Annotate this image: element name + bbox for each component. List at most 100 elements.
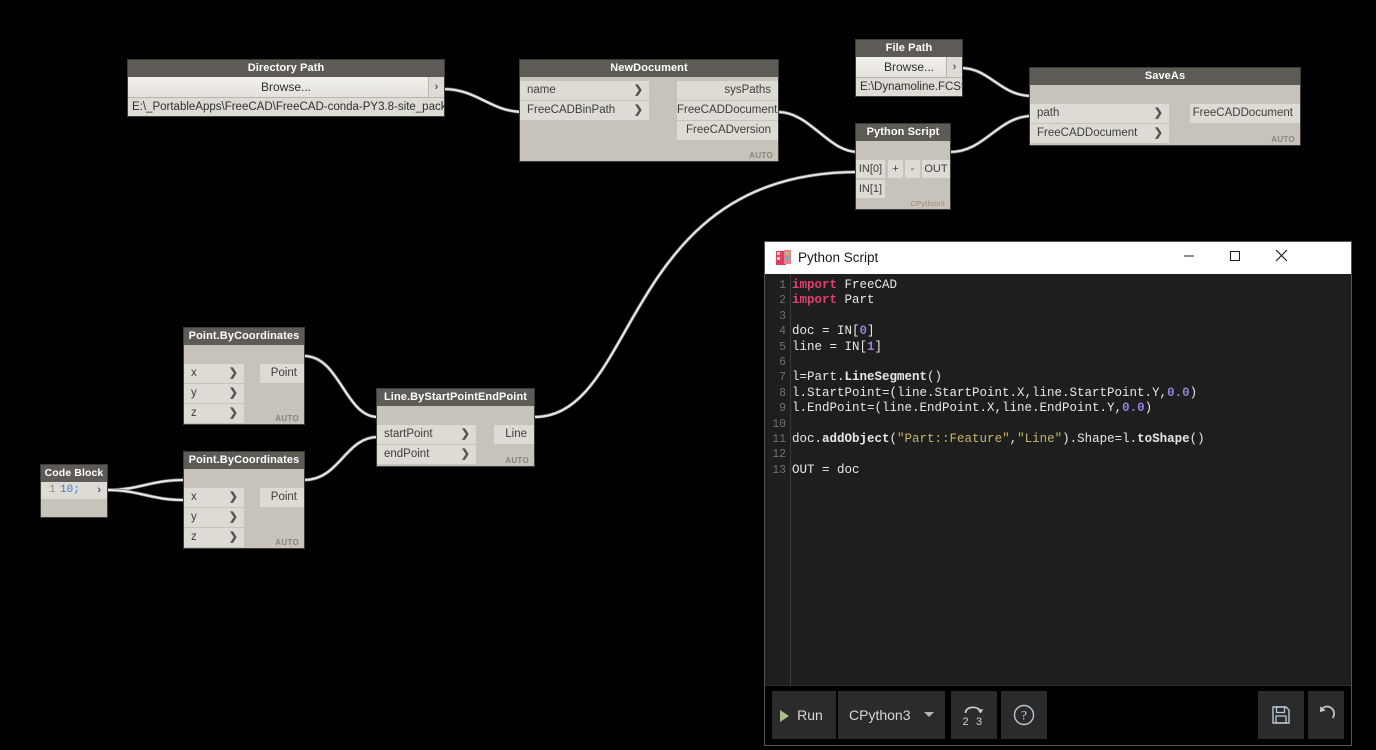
chevron-right-icon[interactable]: ❯: [229, 488, 238, 507]
node-code-block[interactable]: Code Block 1 10; ›: [41, 465, 107, 517]
node-new-document[interactable]: NewDocument name ❯ FreeCADBinPath ❯ sysP…: [520, 60, 778, 161]
chevron-right-icon[interactable]: ❯: [461, 425, 470, 444]
chevron-right-icon[interactable]: ❯: [229, 528, 238, 547]
input-port-y[interactable]: y ❯: [184, 508, 244, 527]
input-port-in0[interactable]: IN[0]: [856, 160, 885, 178]
code-block-editor[interactable]: 1 10; ›: [41, 482, 107, 499]
output-port-point[interactable]: Point: [260, 488, 304, 507]
code-line[interactable]: 12: [765, 447, 1351, 462]
python-script-editor-window[interactable]: Python Script 1import FreeCAD2import Par…: [765, 242, 1351, 745]
input-port-z[interactable]: z ❯: [184, 528, 244, 547]
help-button[interactable]: ?: [1001, 691, 1047, 739]
chevron-right-icon[interactable]: ›: [428, 77, 444, 97]
node-point-by-coordinates-b[interactable]: Point.ByCoordinates x ❯ y ❯ z ❯ Point AU…: [184, 452, 304, 548]
chevron-right-icon[interactable]: ❯: [634, 81, 643, 100]
input-port-z[interactable]: z ❯: [184, 404, 244, 423]
play-icon: [780, 710, 789, 722]
maximize-button[interactable]: [1212, 242, 1258, 273]
input-port-x[interactable]: x ❯: [184, 364, 244, 383]
line-number: 12: [765, 447, 786, 462]
output-port-syspaths[interactable]: sysPaths: [677, 81, 778, 100]
window-title-bar[interactable]: Python Script: [765, 242, 1351, 275]
port-label: z: [191, 531, 197, 543]
node-directory-path[interactable]: Directory Path Browse... › E:\_PortableA…: [128, 60, 444, 116]
output-port-freecadversion[interactable]: FreeCADversion: [677, 121, 778, 140]
output-port-freecaddocument[interactable]: FreeCADDocument: [1190, 104, 1300, 123]
output-port-freecaddocument[interactable]: FreeCADDocument: [677, 101, 778, 120]
node-line-by-start-point-end-point[interactable]: Line.ByStartPointEndPoint startPoint ❯ e…: [377, 389, 534, 466]
code-line[interactable]: 5line = IN[1]: [765, 340, 1351, 355]
remove-input-button[interactable]: -: [905, 160, 920, 178]
chevron-right-icon[interactable]: ❯: [229, 404, 238, 423]
file-path-browse-button[interactable]: Browse... ›: [856, 57, 962, 78]
directory-path-value: E:\_PortableApps\FreeCAD\FreeCAD-conda-P…: [128, 98, 444, 116]
chevron-right-icon[interactable]: ❯: [1154, 124, 1163, 143]
code-line[interactable]: 11doc.addObject("Part::Feature","Line").…: [765, 432, 1351, 447]
node-title: Code Block: [41, 465, 107, 482]
port-label: path: [1037, 107, 1059, 119]
input-port-startpoint[interactable]: startPoint ❯: [377, 425, 476, 444]
add-input-button[interactable]: +: [888, 160, 903, 178]
input-port-name[interactable]: name ❯: [520, 81, 649, 100]
code-line[interactable]: 13OUT = doc: [765, 463, 1351, 478]
revert-button[interactable]: [1308, 691, 1344, 739]
svg-text:?: ?: [1021, 708, 1027, 723]
code-line[interactable]: 1import FreeCAD: [765, 278, 1351, 293]
node-python-script[interactable]: Python Script IN[0] + - OUT IN[1] CPytho…: [856, 124, 950, 209]
browse-label: Browse...: [261, 80, 311, 94]
input-port-y[interactable]: y ❯: [184, 384, 244, 403]
code-text: import FreeCAD: [792, 278, 897, 293]
input-port-path[interactable]: path ❯: [1030, 104, 1169, 123]
chevron-right-icon[interactable]: ›: [946, 57, 962, 77]
engine-select[interactable]: CPython3: [838, 691, 945, 739]
node-auto-badge: AUTO: [275, 414, 299, 423]
node-auto-badge: AUTO: [749, 151, 773, 160]
chevron-right-icon[interactable]: ❯: [229, 508, 238, 527]
input-port-endpoint[interactable]: endPoint ❯: [377, 445, 476, 464]
svg-text:3: 3: [976, 716, 982, 728]
node-title: NewDocument: [520, 60, 778, 77]
code-line[interactable]: 8l.StartPoint=(line.StartPoint.X,line.St…: [765, 386, 1351, 401]
line-number: 10: [765, 417, 786, 432]
node-title: SaveAs: [1030, 68, 1300, 85]
chevron-right-icon[interactable]: ❯: [229, 384, 238, 403]
close-button[interactable]: [1258, 242, 1304, 273]
line-number: 8: [765, 386, 786, 401]
chevron-right-icon[interactable]: ❯: [461, 445, 470, 464]
input-port-freecaddocument[interactable]: FreeCADDocument ❯: [1030, 124, 1169, 143]
code-lines-container[interactable]: 1import FreeCAD2import Part34doc = IN[0]…: [765, 274, 1351, 478]
output-port-line[interactable]: Line: [494, 425, 534, 444]
chevron-right-icon[interactable]: ❯: [229, 364, 238, 383]
run-label: Run: [797, 707, 823, 723]
python-2-to-3-migration-button[interactable]: 2 3: [951, 691, 997, 739]
directory-path-browse-button[interactable]: Browse... ›: [128, 77, 444, 98]
save-icon: [1271, 705, 1291, 725]
chevron-right-icon[interactable]: ❯: [634, 101, 643, 120]
chevron-down-icon[interactable]: [924, 712, 934, 717]
output-port-point[interactable]: Point: [260, 364, 304, 383]
code-line[interactable]: 4doc = IN[0]: [765, 324, 1351, 339]
node-save-as[interactable]: SaveAs path ❯ FreeCADDocument ❯ FreeCADD…: [1030, 68, 1300, 145]
input-port-x[interactable]: x ❯: [184, 488, 244, 507]
minimize-button[interactable]: [1166, 242, 1212, 273]
code-line[interactable]: 3: [765, 309, 1351, 324]
code-line[interactable]: 9l.EndPoint=(line.EndPoint.X,line.EndPoi…: [765, 401, 1351, 416]
code-line[interactable]: 6: [765, 355, 1351, 370]
node-file-path[interactable]: File Path Browse... › E:\Dynamoline.FCSt…: [856, 40, 962, 96]
code-line[interactable]: 2import Part: [765, 293, 1351, 308]
code-line[interactable]: 7l=Part.LineSegment(): [765, 370, 1351, 385]
port-label: FreeCADDocument: [1037, 127, 1137, 139]
output-port-out[interactable]: OUT: [922, 160, 950, 178]
save-button[interactable]: [1258, 691, 1304, 739]
python-code-editor[interactable]: 1import FreeCAD2import Part34doc = IN[0]…: [765, 274, 1351, 713]
code-line[interactable]: 10: [765, 417, 1351, 432]
editor-toolbar[interactable]: Run CPython3 2 3 ?: [765, 685, 1351, 745]
run-button[interactable]: Run: [772, 691, 836, 739]
chevron-right-icon[interactable]: ❯: [1154, 104, 1163, 123]
chevron-right-icon[interactable]: ›: [97, 482, 101, 499]
port-label: name: [527, 84, 556, 96]
port-label: endPoint: [384, 448, 429, 460]
input-port-in1[interactable]: IN[1]: [856, 180, 885, 198]
input-port-freecadbinpath[interactable]: FreeCADBinPath ❯: [520, 101, 649, 120]
node-point-by-coordinates-a[interactable]: Point.ByCoordinates x ❯ y ❯ z ❯ Point AU…: [184, 328, 304, 424]
